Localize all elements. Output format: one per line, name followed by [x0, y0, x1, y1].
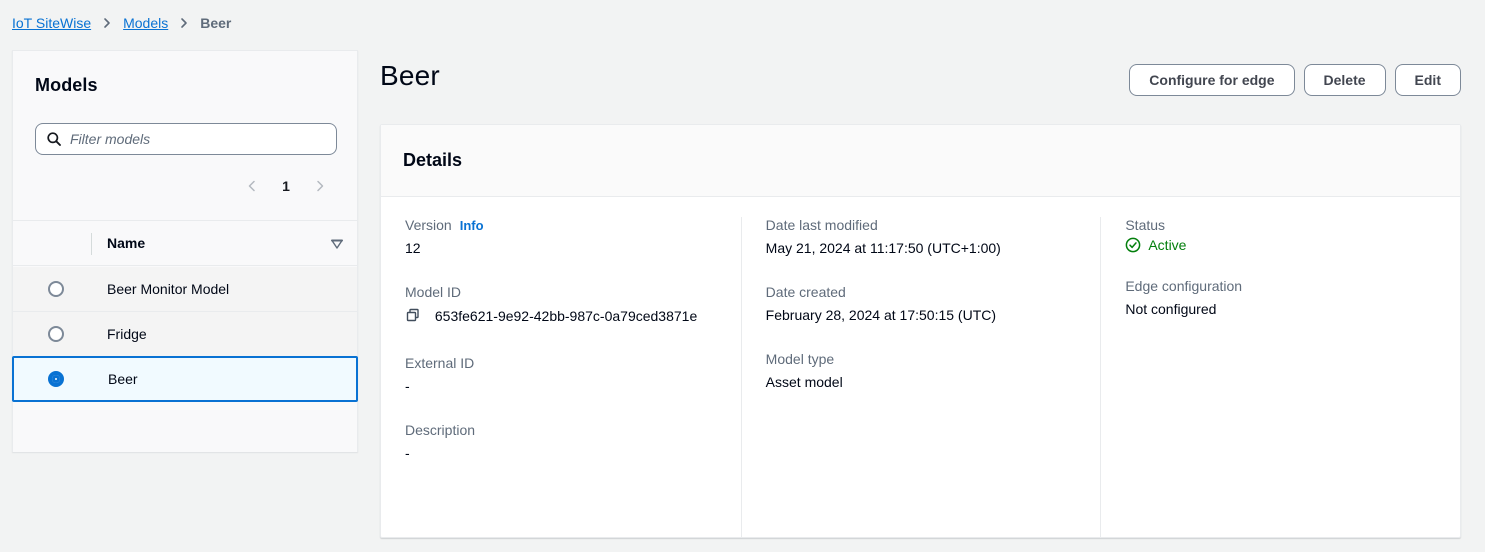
column-header-name[interactable]: Name [107, 235, 145, 251]
row-radio-button[interactable] [48, 281, 64, 297]
status-value: Active [1148, 237, 1187, 253]
field-label: Version Info [405, 217, 717, 233]
sort-descending-icon[interactable] [329, 236, 345, 252]
status-label: Status [1125, 217, 1166, 233]
version-value: 12 [405, 240, 421, 256]
table-row[interactable]: Fridge [13, 312, 357, 357]
filter-models-field [35, 123, 337, 155]
pagination-page-1[interactable]: 1 [271, 171, 301, 201]
sidebar-title: Models [35, 75, 98, 95]
details-column-2: Date last modified May 21, 2024 at 11:17… [740, 217, 1101, 538]
details-title: Details [403, 150, 463, 170]
chevron-right-icon [178, 17, 190, 29]
date-created-value: February 28, 2024 at 17:50:15 (UTC) [765, 307, 997, 323]
field-model-type: Model type Asset model [766, 351, 1077, 393]
status-badge: Active [1125, 237, 1436, 253]
details-column-1: Version Info 12 Model ID 653fe621-9e92-4… [381, 217, 741, 538]
model-id-value-wrap: 653fe621-9e92-42bb-987c-0a79ced3871e [405, 304, 717, 330]
edge-configuration-value: Not configured [1125, 301, 1217, 317]
chevron-right-icon[interactable] [305, 171, 335, 201]
field-date-created: Date created February 28, 2024 at 17:50:… [766, 284, 1077, 326]
table-header-row: Name [13, 220, 357, 266]
page-title: Beer [380, 60, 440, 91]
breadcrumb-item-beer: Beer [200, 15, 232, 31]
info-link[interactable]: Info [460, 218, 484, 233]
header-divider [91, 233, 92, 255]
edge-configuration-label: Edge configuration [1125, 278, 1243, 294]
models-sidebar-panel: Models 1 Name Beer Monitor Mod [12, 50, 358, 452]
model-type-value: Asset model [765, 374, 843, 390]
configure-for-edge-button[interactable]: Configure for edge [1129, 64, 1295, 96]
field-edge-configuration: Edge configuration Not configured [1125, 278, 1436, 320]
table-row-name: Beer [108, 371, 138, 387]
date-created-label: Date created [765, 284, 846, 300]
row-radio-button-selected[interactable] [48, 371, 64, 387]
date-last-modified-value: May 21, 2024 at 11:17:50 (UTC+1:00) [765, 240, 1001, 256]
search-input[interactable] [35, 123, 337, 155]
status-positive-icon [1125, 237, 1141, 253]
details-panel-body: Version Info 12 Model ID 653fe621-9e92-4… [381, 197, 1460, 538]
details-column-3: Status Active Edge configuration Not con… [1100, 217, 1460, 538]
model-type-label: Model type [765, 351, 835, 367]
field-version: Version Info 12 [405, 217, 717, 259]
table-row[interactable]: Beer Monitor Model [13, 267, 357, 312]
model-id-value: 653fe621-9e92-42bb-987c-0a79ced3871e [434, 308, 698, 324]
field-description: Description - [405, 422, 717, 464]
field-status: Status Active [1125, 217, 1436, 253]
chevron-right-icon [101, 17, 113, 29]
version-label: Version [405, 217, 452, 233]
description-value: - [405, 445, 410, 461]
table-row-name: Fridge [107, 326, 147, 342]
field-external-id: External ID - [405, 355, 717, 397]
external-id-label: External ID [405, 355, 475, 371]
field-date-last-modified: Date last modified May 21, 2024 at 11:17… [766, 217, 1077, 259]
table-row-selected[interactable]: Beer [12, 356, 358, 402]
model-id-label: Model ID [405, 284, 462, 300]
pagination: 1 [237, 171, 335, 201]
chevron-left-icon[interactable] [237, 171, 267, 201]
date-last-modified-label: Date last modified [765, 217, 878, 233]
breadcrumb: IoT SiteWise Models Beer [12, 12, 231, 34]
page-actions: Configure for edge Delete Edit [1129, 64, 1461, 96]
table-row-name: Beer Monitor Model [107, 281, 230, 297]
edit-button[interactable]: Edit [1394, 64, 1461, 96]
description-label: Description [405, 422, 476, 438]
breadcrumb-item-iot-sitewise[interactable]: IoT SiteWise [12, 15, 91, 31]
row-radio-button[interactable] [48, 326, 64, 342]
delete-button[interactable]: Delete [1303, 64, 1386, 96]
field-model-id: Model ID 653fe621-9e92-42bb-987c-0a79ced… [405, 284, 717, 330]
details-panel-header: Details [381, 125, 1460, 197]
copy-icon[interactable] [405, 308, 425, 326]
details-panel: Details Version Info 12 Model ID 653fe62… [380, 124, 1461, 538]
breadcrumb-item-models[interactable]: Models [123, 15, 168, 31]
external-id-value: - [405, 378, 410, 394]
